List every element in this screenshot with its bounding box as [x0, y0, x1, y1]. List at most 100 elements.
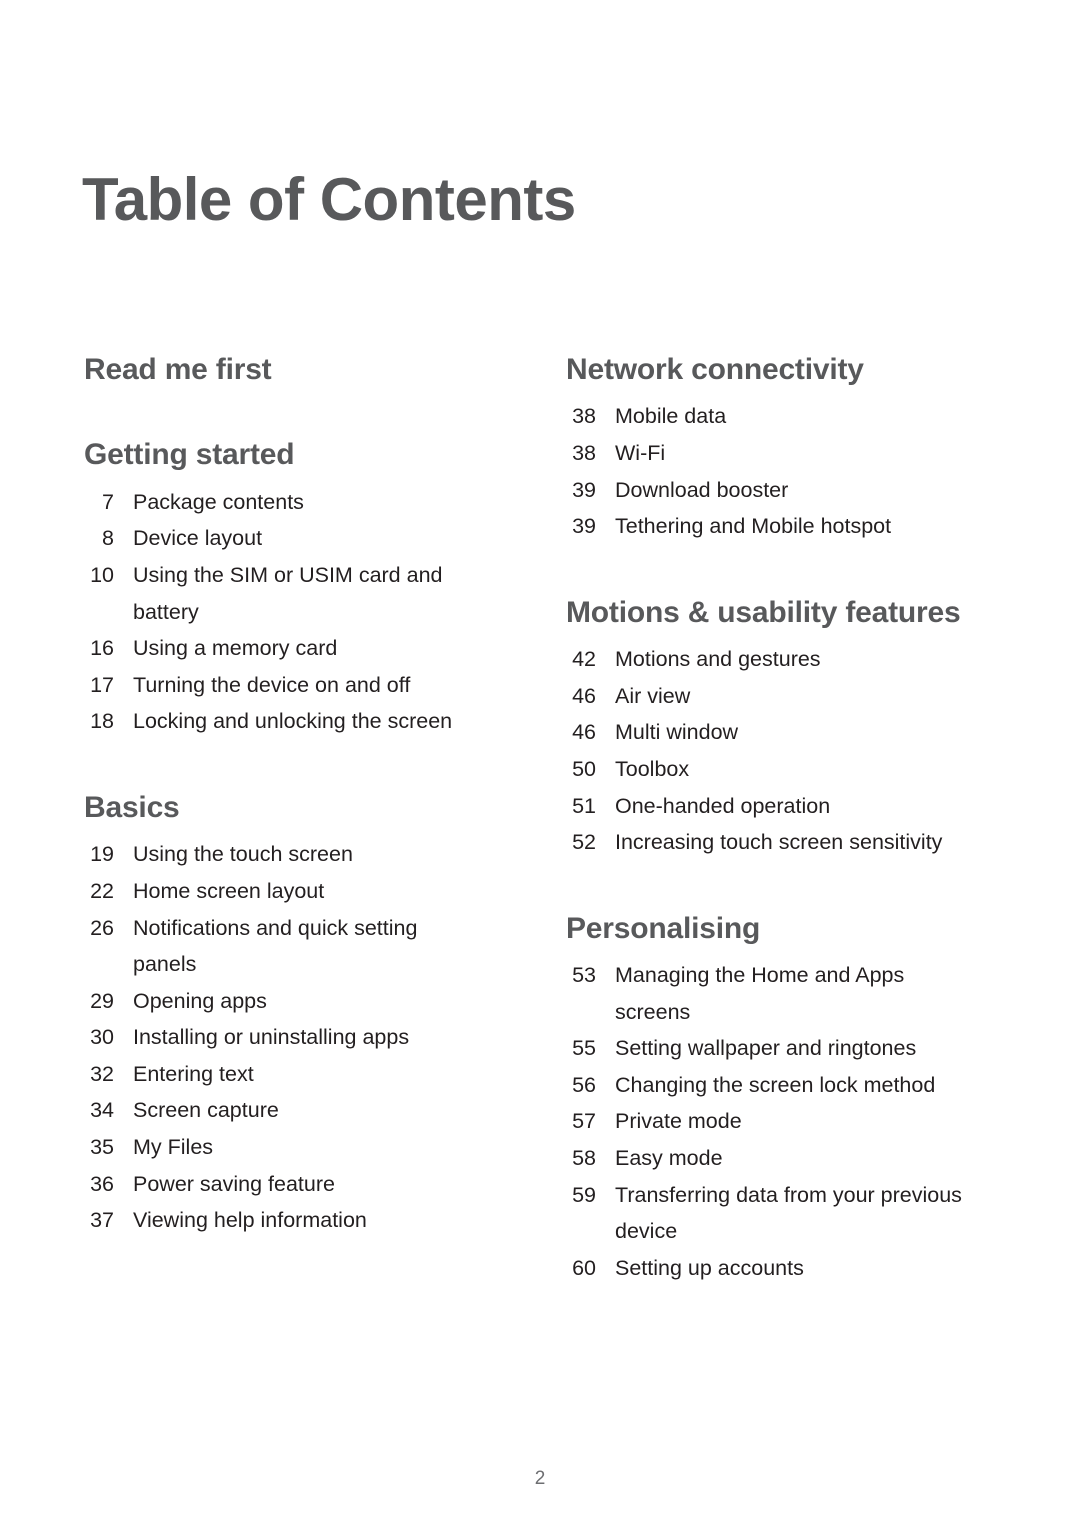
- toc-entry-page-number: 16: [90, 636, 114, 661]
- toc-entry[interactable]: 52 Increasing touch screen sensitivity: [566, 824, 978, 861]
- toc-entry-page-number: 52: [572, 830, 596, 855]
- toc-entry[interactable]: 46 Multi window: [566, 714, 978, 751]
- toc-entry-list: 42 Motions and gestures 46 Air view 46 Multi …: [566, 641, 978, 861]
- toc-entry[interactable]: 53 Managing the Home and Apps screens: [566, 957, 978, 1030]
- toc-entry-title: Wi-Fi: [615, 440, 666, 465]
- toc-entry-page-number: 50: [572, 756, 596, 781]
- toc-entry-page-number: 46: [572, 720, 596, 745]
- toc-section: Personalising 53 Managing the Home and App…: [566, 911, 978, 1287]
- toc-entry-title: Turning the device on and off: [133, 672, 411, 697]
- toc-section: Basics 19 Using the touch screen 22 Home scr…: [84, 790, 480, 1239]
- toc-entry-title: Multi window: [615, 720, 739, 745]
- toc-entry-page-number: 7: [102, 489, 114, 514]
- toc-entry[interactable]: 39 Tethering and Mobile hotspot: [566, 508, 978, 545]
- toc-entry[interactable]: 57 Private mode: [566, 1103, 978, 1140]
- toc-entry-page-number: 56: [572, 1072, 596, 1097]
- toc-section: Read me first: [84, 352, 480, 387]
- toc-entry[interactable]: 55 Setting wallpaper and ringtones: [566, 1030, 978, 1067]
- toc-entry-page-number: 57: [572, 1109, 596, 1134]
- toc-entry[interactable]: 34 Screen capture: [84, 1092, 480, 1129]
- section-heading[interactable]: Getting started: [84, 437, 480, 472]
- toc-columns: Read me first Getting started 7 Package con…: [0, 352, 1080, 1286]
- toc-entry-title: Tethering and Mobile hotspot: [615, 514, 892, 539]
- toc-entry[interactable]: 42 Motions and gestures: [566, 641, 978, 678]
- toc-entry-page-number: 60: [572, 1255, 596, 1280]
- toc-entry[interactable]: 7 Package contents: [84, 484, 480, 521]
- toc-entry-title: My Files: [133, 1135, 214, 1160]
- toc-entry-title: One-handed operation: [615, 793, 831, 818]
- toc-entry[interactable]: 30 Installing or uninstalling apps: [84, 1019, 480, 1056]
- toc-entry-page-number: 46: [572, 683, 596, 708]
- toc-entry[interactable]: 38 Mobile data: [566, 398, 978, 435]
- toc-entry-page-number: 32: [90, 1061, 114, 1086]
- toc-entry-list: 7 Package contents 8 Device layout 10 Using t…: [84, 484, 480, 740]
- toc-entry-page-number: 39: [572, 477, 596, 502]
- toc-entry[interactable]: 29 Opening apps: [84, 983, 480, 1020]
- toc-entry-page-number: 37: [90, 1208, 114, 1233]
- toc-column-right: Network connectivity 38 Mobile data 38 Wi-Fi…: [490, 352, 990, 1286]
- toc-entry[interactable]: 50 Toolbox: [566, 751, 978, 788]
- toc-entry[interactable]: 46 Air view: [566, 678, 978, 715]
- toc-entry[interactable]: 59 Transferring data from your previous d…: [566, 1177, 978, 1250]
- toc-entry-page-number: 8: [102, 526, 114, 551]
- toc-entry-page-number: 29: [90, 988, 114, 1013]
- toc-entry[interactable]: 56 Changing the screen lock method: [566, 1067, 978, 1104]
- section-heading[interactable]: Personalising: [566, 911, 978, 946]
- toc-entry-title: Viewing help information: [133, 1208, 367, 1233]
- toc-entry-list: 19 Using the touch screen 22 Home screen la…: [84, 836, 480, 1239]
- toc-entry-title: Setting up accounts: [615, 1255, 804, 1280]
- toc-entry-title: Toolbox: [615, 756, 690, 781]
- page-number: 2: [534, 1468, 546, 1489]
- toc-entry[interactable]: 32 Entering text: [84, 1056, 480, 1093]
- toc-entry[interactable]: 17 Turning the device on and off: [84, 667, 480, 704]
- section-heading[interactable]: Network connectivity: [566, 352, 978, 387]
- toc-entry[interactable]: 51 One-handed operation: [566, 788, 978, 825]
- toc-entry-title: Mobile data: [615, 404, 727, 429]
- toc-entry-title: Increasing touch screen sensitivity: [615, 830, 943, 855]
- toc-entry-title: Motions and gestures: [615, 647, 821, 672]
- toc-entry-title: Home screen layout: [133, 878, 325, 903]
- toc-section: Getting started 7 Package contents 8 Device …: [84, 437, 480, 740]
- toc-entry-page-number: 34: [90, 1098, 114, 1123]
- toc-entry[interactable]: 19 Using the touch screen: [84, 836, 480, 873]
- toc-entry[interactable]: 16 Using a memory card: [84, 630, 480, 667]
- toc-entry-title: Using the touch screen: [133, 842, 353, 867]
- toc-entry[interactable]: 8 Device layout: [84, 520, 480, 557]
- section-heading[interactable]: Basics: [84, 790, 480, 825]
- toc-entry[interactable]: 10 Using the SIM or USIM card and battery: [84, 557, 480, 630]
- toc-entry-title: Managing the Home and Apps screens: [615, 963, 905, 1024]
- toc-entry-title: Device layout: [133, 526, 263, 551]
- toc-entry-title: Using a memory card: [133, 636, 338, 661]
- toc-entry-title: Power saving feature: [133, 1171, 335, 1196]
- toc-entry-title: Using the SIM or USIM card and battery: [133, 562, 443, 624]
- toc-entry-page-number: 35: [90, 1135, 114, 1160]
- toc-entry-title: Changing the screen lock method: [615, 1072, 936, 1097]
- toc-entry-list: 53 Managing the Home and Apps screens 55 Se…: [566, 957, 978, 1286]
- toc-entry-page-number: 53: [572, 963, 596, 988]
- toc-entry-title: Private mode: [615, 1109, 742, 1134]
- toc-entry[interactable]: 39 Download booster: [566, 472, 978, 509]
- toc-entry-page-number: 51: [572, 793, 596, 818]
- toc-section: Motions & usability features 42 Motions an…: [566, 595, 978, 861]
- section-heading[interactable]: Motions & usability features: [566, 595, 978, 630]
- toc-entry-page-number: 17: [90, 672, 114, 697]
- toc-entry[interactable]: 36 Power saving feature: [84, 1166, 480, 1203]
- toc-entry[interactable]: 37 Viewing help information: [84, 1202, 480, 1239]
- toc-entry-page-number: 38: [572, 440, 596, 465]
- toc-entry-page-number: 18: [90, 709, 114, 734]
- toc-entry-title: Installing or uninstalling apps: [133, 1025, 410, 1050]
- toc-entry[interactable]: 58 Easy mode: [566, 1140, 978, 1177]
- toc-entry-title: Setting wallpaper and ringtones: [615, 1036, 917, 1061]
- section-heading[interactable]: Read me first: [84, 352, 480, 387]
- toc-entry-title: Locking and unlocking the screen: [133, 709, 453, 734]
- toc-entry[interactable]: 38 Wi-Fi: [566, 435, 978, 472]
- toc-entry-title: Download booster: [615, 477, 789, 502]
- toc-entry[interactable]: 18 Locking and unlocking the screen: [84, 703, 480, 740]
- toc-entry[interactable]: 60 Setting up accounts: [566, 1250, 978, 1287]
- toc-entry[interactable]: 35 My Files: [84, 1129, 480, 1166]
- toc-page: Table of Contents Read me first Getting s…: [0, 0, 1080, 1527]
- toc-entry[interactable]: 22 Home screen layout: [84, 873, 480, 910]
- toc-entry-page-number: 42: [572, 647, 596, 672]
- toc-entry-page-number: 36: [90, 1171, 114, 1196]
- toc-entry[interactable]: 26 Notifications and quick setting panels: [84, 910, 480, 983]
